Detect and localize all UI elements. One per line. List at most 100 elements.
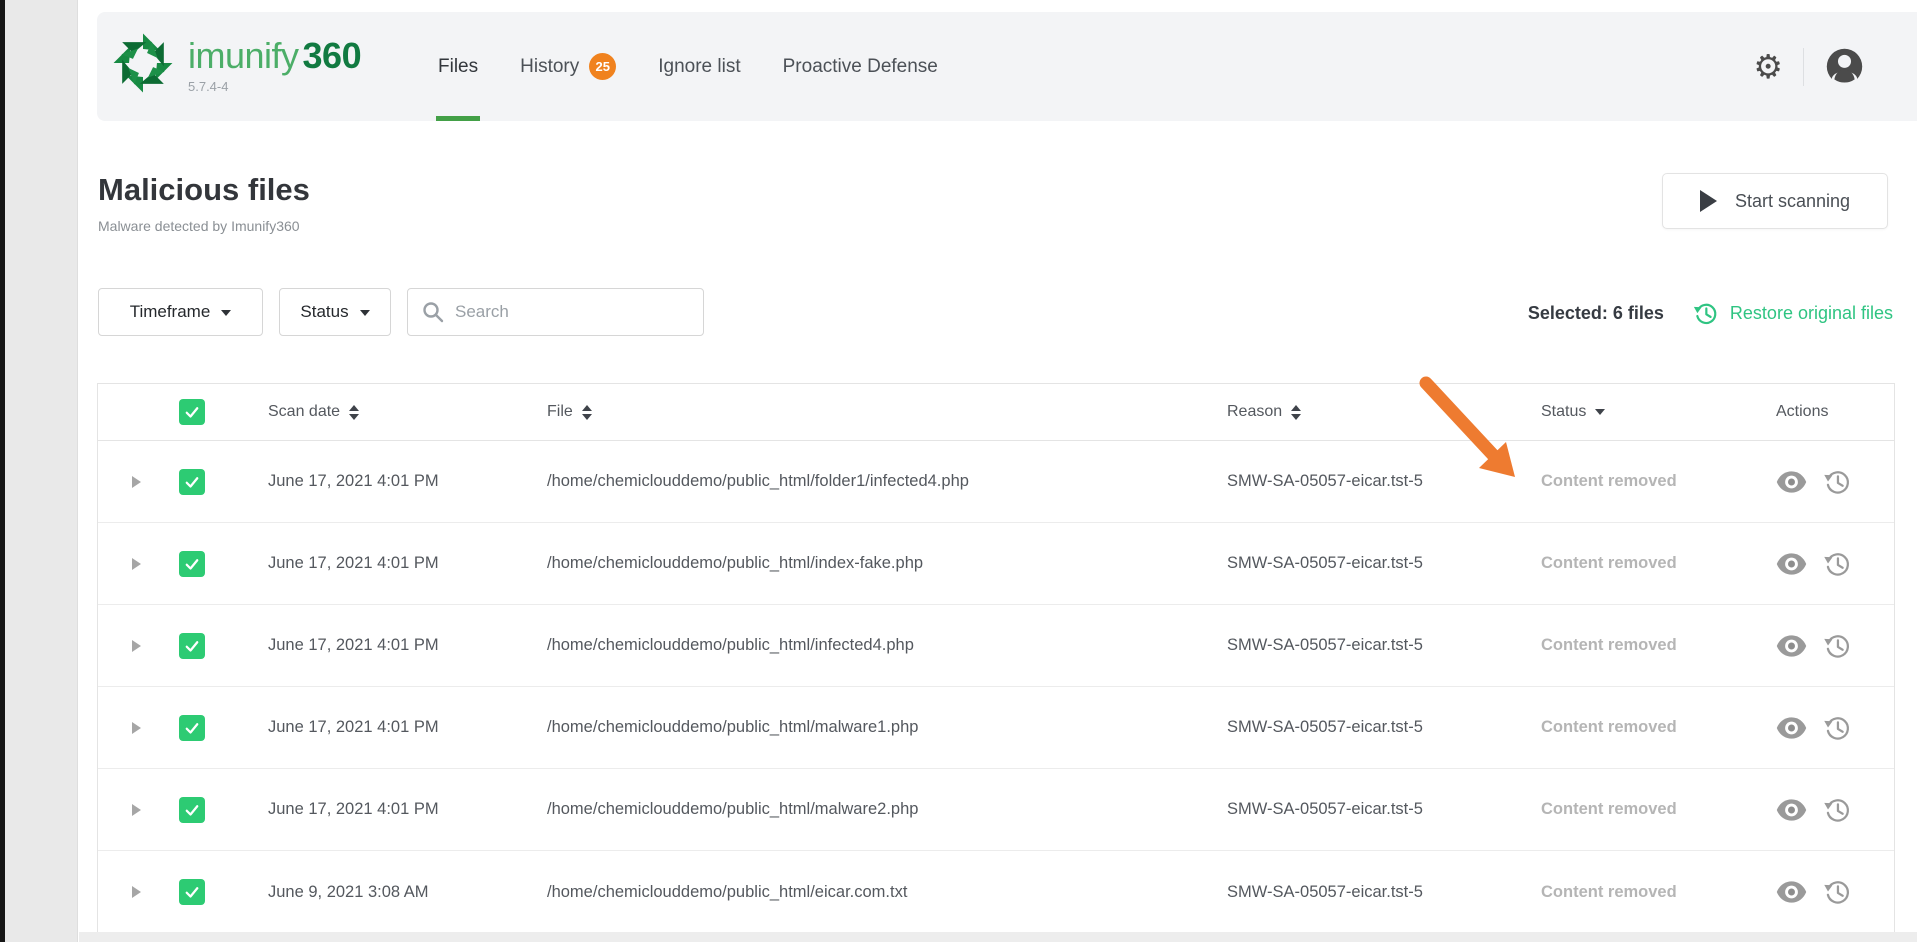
chevron-down-icon bbox=[360, 310, 370, 316]
start-scanning-button[interactable]: Start scanning bbox=[1662, 173, 1888, 229]
status-dropdown[interactable]: Status bbox=[279, 288, 391, 336]
check-icon bbox=[183, 403, 201, 421]
check-icon bbox=[183, 473, 201, 491]
restore-file-icon[interactable] bbox=[1822, 795, 1852, 825]
tab-files[interactable]: Files bbox=[438, 12, 478, 121]
scan-date-cell: June 17, 2021 4:01 PM bbox=[268, 800, 547, 819]
brand-name: imunify360 bbox=[188, 36, 361, 76]
sort-icon bbox=[1291, 405, 1301, 420]
tab-proactive-defense[interactable]: Proactive Defense bbox=[783, 12, 938, 121]
column-header-file[interactable]: File bbox=[547, 403, 592, 421]
expand-row-icon[interactable] bbox=[132, 886, 141, 898]
version-label: 5.7.4-4 bbox=[188, 79, 361, 94]
tab-ignore-list[interactable]: Ignore list bbox=[658, 12, 740, 121]
selection-bar: Selected: 6 files Restore original files bbox=[1528, 300, 1893, 327]
column-header-scan-date[interactable]: Scan date bbox=[268, 403, 359, 421]
user-avatar-icon[interactable] bbox=[1824, 46, 1865, 87]
status-cell: Content removed bbox=[1541, 472, 1776, 491]
eye-icon[interactable] bbox=[1776, 471, 1807, 493]
check-icon bbox=[183, 637, 201, 655]
expand-row-icon[interactable] bbox=[132, 558, 141, 570]
tab-history[interactable]: History 25 bbox=[520, 12, 616, 121]
row-checkbox[interactable] bbox=[179, 797, 205, 823]
scan-date-cell: June 9, 2021 3:08 AM bbox=[268, 883, 547, 902]
reason-cell: SMW-SA-05057-eicar.tst-5 bbox=[1227, 800, 1541, 819]
active-tab-underline bbox=[436, 116, 480, 121]
table-row: June 17, 2021 4:01 PM /home/chemicloudde… bbox=[98, 769, 1894, 851]
search-input[interactable] bbox=[455, 302, 689, 322]
row-checkbox[interactable] bbox=[179, 879, 205, 905]
file-path-cell: /home/chemiclouddemo/public_html/folder1… bbox=[547, 472, 1227, 491]
check-icon bbox=[183, 883, 201, 901]
search-field[interactable] bbox=[407, 288, 704, 336]
expand-row-icon[interactable] bbox=[132, 804, 141, 816]
restore-file-icon[interactable] bbox=[1822, 877, 1852, 907]
sort-icon bbox=[582, 405, 592, 420]
header-divider bbox=[1803, 48, 1804, 86]
table-row: June 17, 2021 4:01 PM /home/chemicloudde… bbox=[98, 523, 1894, 605]
check-icon bbox=[183, 555, 201, 573]
imunify-logo-icon bbox=[112, 32, 174, 94]
reason-cell: SMW-SA-05057-eicar.tst-5 bbox=[1227, 883, 1541, 902]
file-path-cell: /home/chemiclouddemo/public_html/malware… bbox=[547, 718, 1227, 737]
page-title: Malicious files bbox=[98, 172, 310, 208]
restore-original-files-link[interactable]: Restore original files bbox=[1692, 300, 1893, 327]
file-path-cell: /home/chemiclouddemo/public_html/index-f… bbox=[547, 554, 1227, 573]
row-checkbox[interactable] bbox=[179, 715, 205, 741]
select-all-checkbox[interactable] bbox=[179, 399, 205, 425]
eye-icon[interactable] bbox=[1776, 553, 1807, 575]
column-header-actions: Actions bbox=[1776, 403, 1828, 420]
selected-count-label: Selected: 6 files bbox=[1528, 303, 1664, 324]
row-checkbox[interactable] bbox=[179, 633, 205, 659]
brand-logo: imunify360 5.7.4-4 bbox=[112, 26, 361, 94]
chevron-down-icon bbox=[221, 310, 231, 316]
status-cell: Content removed bbox=[1541, 636, 1776, 655]
expand-row-icon[interactable] bbox=[132, 640, 141, 652]
table-row: June 9, 2021 3:08 AM /home/chemiclouddem… bbox=[98, 851, 1894, 933]
search-icon bbox=[422, 301, 444, 323]
eye-icon[interactable] bbox=[1776, 881, 1807, 903]
column-header-status[interactable]: Status bbox=[1541, 403, 1605, 421]
restore-file-icon[interactable] bbox=[1822, 467, 1852, 497]
expand-row-icon[interactable] bbox=[132, 476, 141, 488]
restore-file-icon[interactable] bbox=[1822, 631, 1852, 661]
scan-date-cell: June 17, 2021 4:01 PM bbox=[268, 636, 547, 655]
status-cell: Content removed bbox=[1541, 883, 1776, 902]
reason-cell: SMW-SA-05057-eicar.tst-5 bbox=[1227, 718, 1541, 737]
expand-row-icon[interactable] bbox=[132, 722, 141, 734]
malicious-files-table: Scan date File Reason Status Actions Jun… bbox=[97, 383, 1895, 934]
restore-file-icon[interactable] bbox=[1822, 549, 1852, 579]
sort-desc-icon bbox=[1595, 409, 1605, 415]
eye-icon[interactable] bbox=[1776, 717, 1807, 739]
status-cell: Content removed bbox=[1541, 800, 1776, 819]
table-header-row: Scan date File Reason Status Actions bbox=[98, 384, 1894, 441]
filter-bar: Timeframe Status bbox=[98, 288, 704, 336]
eye-icon[interactable] bbox=[1776, 799, 1807, 821]
restore-history-icon bbox=[1692, 300, 1719, 327]
sort-icon bbox=[349, 405, 359, 420]
restore-file-icon[interactable] bbox=[1822, 713, 1852, 743]
file-path-cell: /home/chemiclouddemo/public_html/malware… bbox=[547, 800, 1227, 819]
table-row: June 17, 2021 4:01 PM /home/chemicloudde… bbox=[98, 441, 1894, 523]
row-checkbox[interactable] bbox=[179, 551, 205, 577]
file-path-cell: /home/chemiclouddemo/public_html/infecte… bbox=[547, 636, 1227, 655]
page-bottom-strip bbox=[79, 932, 1917, 942]
status-cell: Content removed bbox=[1541, 718, 1776, 737]
settings-gear-icon[interactable]: ⚙ bbox=[1753, 50, 1783, 83]
play-icon bbox=[1700, 190, 1717, 212]
file-path-cell: /home/chemiclouddemo/public_html/eicar.c… bbox=[547, 883, 1227, 902]
table-row: June 17, 2021 4:01 PM /home/chemicloudde… bbox=[98, 605, 1894, 687]
timeframe-dropdown[interactable]: Timeframe bbox=[98, 288, 263, 336]
app-header: imunify360 5.7.4-4 Files History 25 Igno… bbox=[97, 12, 1917, 121]
page-subtitle: Malware detected by Imunify360 bbox=[98, 218, 300, 234]
column-header-reason[interactable]: Reason bbox=[1227, 403, 1301, 421]
reason-cell: SMW-SA-05057-eicar.tst-5 bbox=[1227, 472, 1541, 491]
eye-icon[interactable] bbox=[1776, 635, 1807, 657]
status-cell: Content removed bbox=[1541, 554, 1776, 573]
main-nav: Files History 25 Ignore list Proactive D… bbox=[438, 12, 938, 121]
host-sidebar-rail bbox=[5, 0, 78, 942]
header-actions: ⚙ bbox=[1753, 12, 1865, 121]
reason-cell: SMW-SA-05057-eicar.tst-5 bbox=[1227, 636, 1541, 655]
row-checkbox[interactable] bbox=[179, 469, 205, 495]
history-count-badge: 25 bbox=[589, 53, 616, 80]
